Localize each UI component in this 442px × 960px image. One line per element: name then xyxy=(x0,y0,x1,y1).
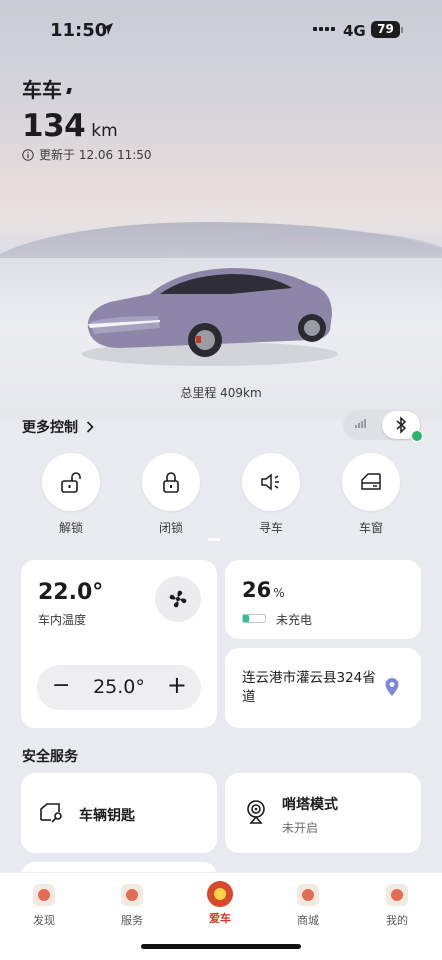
lock-icon xyxy=(163,472,179,493)
network-type: 4G xyxy=(343,22,366,40)
odometer: 总里程 409km xyxy=(180,386,262,400)
battery-card[interactable]: 26 % 未充电 xyxy=(225,560,421,639)
climate-card[interactable]: 22.0° 车内温度 − 25.0° + xyxy=(21,560,217,728)
connection-toggle[interactable] xyxy=(343,410,423,442)
lock-label: 闭锁 xyxy=(158,521,183,535)
car-image xyxy=(82,268,338,366)
sentry-mode-status: 未开启 xyxy=(282,821,319,835)
find-car-button-circle xyxy=(242,453,300,511)
bluetooth-icon xyxy=(396,416,407,434)
profile-icon xyxy=(386,884,408,906)
range-value: 134 xyxy=(22,108,86,144)
unlock-button[interactable]: 解锁 xyxy=(36,453,106,536)
mall-icon xyxy=(297,884,319,906)
window-button[interactable]: 车窗 xyxy=(336,453,406,536)
window-label: 车窗 xyxy=(358,521,383,535)
location-arrow-icon xyxy=(101,23,113,35)
tab-discover[interactable]: 发现 xyxy=(14,884,74,928)
battery-bar xyxy=(242,614,266,623)
battery-percent-value: 26 xyxy=(242,578,272,602)
cellular-signal-icon xyxy=(355,419,366,428)
signal-icon xyxy=(313,27,335,31)
unlock-label: 解锁 xyxy=(58,521,83,535)
battery-level: 79 xyxy=(371,21,400,38)
sentry-icon xyxy=(247,800,265,824)
charge-status: 未充电 xyxy=(276,613,313,627)
range-display: 134 km xyxy=(22,108,118,144)
window-button-circle xyxy=(342,453,400,511)
battery-percent-unit: % xyxy=(273,586,285,600)
tab-mall[interactable]: 商城 xyxy=(278,884,338,928)
window-icon xyxy=(361,473,381,490)
find-car-label: 寻车 xyxy=(258,521,283,535)
inside-temp-label: 车内温度 xyxy=(38,613,87,627)
map-pin-icon xyxy=(385,678,399,696)
home-indicator xyxy=(141,944,301,949)
battery-cap-icon xyxy=(401,27,403,33)
tab-service[interactable]: 服务 xyxy=(102,884,162,928)
safety-section-title: 安全服务 xyxy=(22,749,78,765)
vehicle-key-label: 车辆钥匙 xyxy=(79,808,135,824)
location-card[interactable]: 连云港市灌云县324省道 xyxy=(225,648,421,728)
service-icon xyxy=(121,884,143,906)
temp-increase-button[interactable]: + xyxy=(167,671,187,699)
tab-label: 我的 xyxy=(386,914,408,927)
tab-label: 发现 xyxy=(33,914,55,927)
battery-percent: 26 % xyxy=(242,578,285,602)
unlock-icon xyxy=(61,472,81,493)
inside-temp: 22.0° xyxy=(38,580,104,605)
temp-stepper: − 25.0° + xyxy=(37,665,201,710)
fan-button[interactable] xyxy=(155,576,201,622)
unlock-button-circle xyxy=(42,453,100,511)
more-controls-link[interactable]: 更多控制 xyxy=(22,417,94,437)
my-car-icon xyxy=(207,881,233,907)
range-unit: km xyxy=(91,121,118,141)
update-time-text: 更新于 12.06 11:50 xyxy=(39,148,152,162)
location-address: 连云港市灌云县324省道 xyxy=(242,670,376,705)
tab-label: 商城 xyxy=(297,914,319,927)
chevron-right-icon xyxy=(86,421,94,433)
page-indicator xyxy=(208,538,220,541)
lock-button[interactable]: 闭锁 xyxy=(136,453,206,536)
status-bar: 11:50 4G 79 xyxy=(0,0,442,58)
tab-label: 爱车 xyxy=(209,912,231,925)
sentry-mode-label: 哨塔模式 xyxy=(282,797,338,813)
connected-check-icon xyxy=(411,430,423,442)
tab-my-car[interactable]: 爱车 xyxy=(190,881,250,926)
status-time: 11:50 xyxy=(50,20,108,41)
find-car-button[interactable]: 寻车 xyxy=(236,453,306,536)
fan-icon xyxy=(169,590,187,608)
vehicle-key-card[interactable]: 车辆钥匙 xyxy=(21,773,217,853)
update-time: 更新于 12.06 11:50 xyxy=(22,146,152,163)
battery-fill xyxy=(243,615,249,622)
horn-icon xyxy=(261,473,279,491)
vehicle-name[interactable]: 车车 xyxy=(22,74,62,103)
lock-button-circle xyxy=(142,453,200,511)
tab-label: 服务 xyxy=(121,914,143,927)
sentry-mode-card[interactable]: 哨塔模式 未开启 xyxy=(225,773,421,853)
key-icon xyxy=(40,803,62,823)
more-controls-label: 更多控制 xyxy=(22,420,78,436)
tab-me[interactable]: 我的 xyxy=(367,884,427,928)
info-icon xyxy=(22,148,34,161)
discover-icon xyxy=(33,884,55,906)
